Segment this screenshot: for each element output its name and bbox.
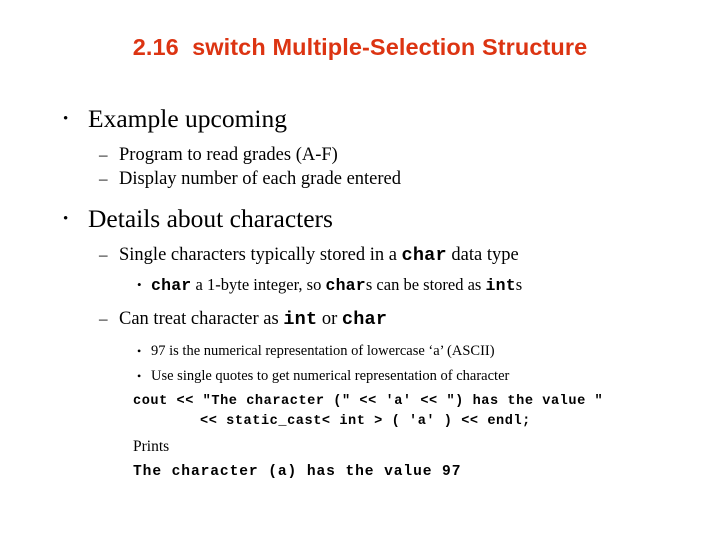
list-item-label: Display number of each grade entered	[119, 169, 401, 189]
list-item-label: Single characters typically stored in a …	[119, 243, 519, 268]
code-keyword-char: char	[341, 309, 388, 330]
dash-marker-icon: –	[99, 145, 108, 164]
text-segment: a 1-byte integer, so	[191, 275, 326, 294]
dash-marker-icon: –	[99, 309, 108, 328]
text-segment: s can be stored as	[365, 275, 486, 294]
list-item-label: Can treat character as int or char	[119, 307, 387, 332]
slide: 2.16 switch Multiple-Selection Structure…	[0, 0, 720, 540]
text-segment: Can treat character as	[119, 309, 284, 329]
text-segment: data type	[446, 245, 519, 265]
list-item-label: Example upcoming	[88, 104, 287, 133]
code-line-2: << static_cast< int > ( 'a' ) << endl;	[200, 414, 531, 429]
dash-marker-icon: –	[99, 169, 108, 188]
list-item-label: Details about characters	[88, 204, 333, 233]
code-keyword-char: char	[325, 276, 366, 295]
code-keyword-int: int	[283, 309, 318, 330]
list-item-label: char a 1-byte integer, so chars can be s…	[151, 274, 522, 297]
bullet-marker-icon: •	[137, 369, 142, 383]
dash-marker-icon: –	[99, 245, 108, 264]
list-item-label: Program to read grades (A-F)	[119, 145, 338, 165]
text-segment: Single characters typically stored in a	[119, 245, 402, 265]
bullet-marker-icon: •	[63, 111, 69, 127]
text-segment: or	[317, 309, 342, 329]
code-line-1: cout << "The character (" << 'a' << ") h…	[133, 394, 604, 409]
list-item-label: 97 is the numerical representation of lo…	[151, 343, 495, 359]
page-title: 2.16 switch Multiple-Selection Structure	[132, 34, 588, 60]
code-keyword-char: char	[151, 276, 192, 295]
bullet-marker-icon: •	[137, 344, 142, 358]
list-item-label: Use single quotes to get numerical repre…	[151, 368, 510, 384]
bullet-marker-icon: •	[137, 277, 142, 292]
text-segment: s	[515, 275, 523, 294]
program-output: The character (a) has the value 97	[133, 464, 462, 480]
bullet-marker-icon: •	[63, 211, 69, 227]
code-keyword-int: int	[485, 276, 516, 295]
code-keyword-char: char	[401, 245, 447, 266]
prints-label: Prints	[133, 438, 170, 455]
